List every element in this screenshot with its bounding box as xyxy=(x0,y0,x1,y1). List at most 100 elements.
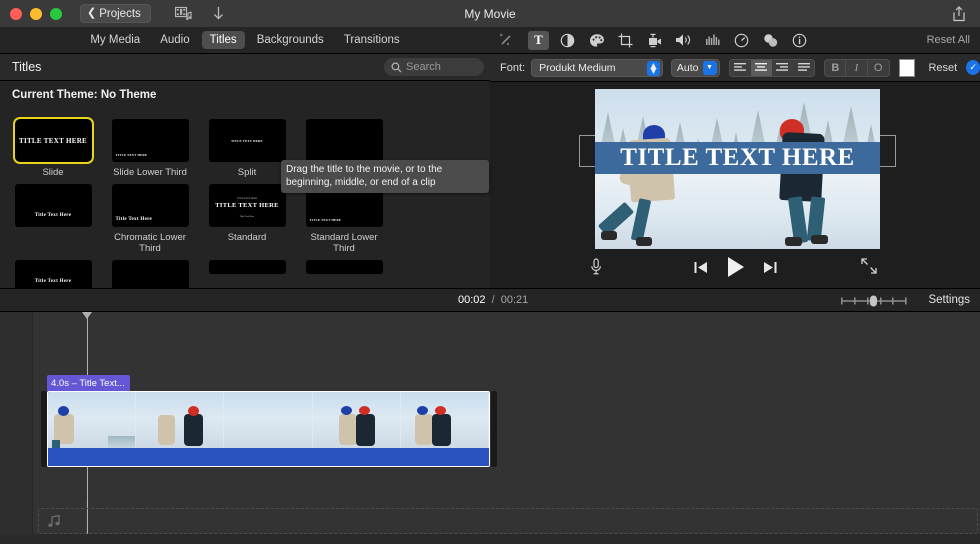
timeline-panel[interactable]: 4.0s – Title Text... xyxy=(0,312,980,544)
filters-tool-button[interactable] xyxy=(760,31,781,50)
title-item-label: Slide xyxy=(42,167,64,178)
timeline-zoom-slider[interactable] xyxy=(840,295,908,307)
timeline-gutter xyxy=(0,312,33,544)
chevron-updown-icon: ▲ ▼ xyxy=(646,59,660,77)
title-left-handle[interactable] xyxy=(579,135,595,167)
title-clip[interactable]: 4.0s – Title Text... xyxy=(47,375,130,391)
filmstrip-frame xyxy=(400,392,489,450)
traffic-lights xyxy=(10,7,62,20)
title-thumbnail xyxy=(208,260,286,274)
italic-button[interactable]: I xyxy=(846,59,868,76)
timeline-footer xyxy=(0,534,980,544)
color-correction-tool-button[interactable] xyxy=(586,31,607,50)
search-input[interactable]: Search xyxy=(384,58,484,76)
info-tool-button[interactable] xyxy=(789,31,810,50)
align-justify-button[interactable] xyxy=(793,60,814,76)
skip-to-start-icon[interactable] xyxy=(694,261,708,274)
zoom-window-button[interactable] xyxy=(50,7,62,20)
tab-titles[interactable]: Titles xyxy=(201,31,245,49)
search-icon xyxy=(391,61,402,72)
drag-title-tooltip: Drag the title to the movie, or to the b… xyxy=(281,160,489,193)
filmstrip xyxy=(48,392,489,450)
title-item-slide[interactable]: TITLE TEXT HERE Slide xyxy=(9,117,97,178)
bold-button[interactable]: B xyxy=(825,59,847,76)
filmstrip-frame xyxy=(136,392,225,450)
current-theme-row[interactable]: Current Theme: No Theme xyxy=(0,81,490,109)
skip-to-end-icon[interactable] xyxy=(763,261,777,274)
download-icon[interactable] xyxy=(212,6,225,21)
magic-wand-icon[interactable] xyxy=(498,32,514,48)
font-family-select[interactable]: Produkt Medium ▲ ▼ xyxy=(531,58,663,77)
titles-panel-header: Titles Search xyxy=(0,54,490,81)
title-item-5[interactable]: Title Text Here xyxy=(9,184,97,254)
back-to-projects-label: Projects xyxy=(99,7,141,20)
title-item-chromatic-lower-third[interactable]: Title Text Here Chromatic Lower Third xyxy=(106,184,194,254)
title-thumbnail xyxy=(305,119,383,162)
title-item-standard[interactable]: TITLE TEXT HERE TITLE TEXT HERE Title Te… xyxy=(203,184,291,254)
crop-tool-button[interactable] xyxy=(615,31,636,50)
title-item-label: Slide Lower Third xyxy=(113,167,187,178)
title-thumbnail xyxy=(305,260,383,274)
title-thumbnail: Title Text Here xyxy=(14,260,92,288)
align-left-button[interactable] xyxy=(730,60,751,76)
settings-button[interactable]: Settings xyxy=(928,294,970,306)
tab-backgrounds[interactable]: Backgrounds xyxy=(249,31,332,49)
align-center-button[interactable] xyxy=(750,59,772,76)
text-alignment-group xyxy=(728,58,816,77)
video-preview[interactable]: TITLE TEXT HERE xyxy=(595,89,880,249)
title-item-row3-2[interactable] xyxy=(300,260,388,288)
font-label: Font: xyxy=(500,61,526,74)
outline-button[interactable]: O xyxy=(868,60,889,76)
title-right-handle[interactable] xyxy=(880,135,896,167)
current-time: 00:02 xyxy=(458,294,486,306)
title-item-row3-1[interactable] xyxy=(203,260,291,288)
volume-tool-button[interactable] xyxy=(673,31,694,50)
stabilization-tool-button[interactable] xyxy=(644,31,665,50)
title-clip-label: 4.0s – Title Text... xyxy=(51,377,125,389)
font-size-select[interactable]: Auto ▼ xyxy=(670,58,720,77)
back-to-projects-button[interactable]: ❮ Projects xyxy=(80,4,151,23)
title-overlay-band[interactable]: TITLE TEXT HERE xyxy=(595,142,880,174)
color-balance-tool-button[interactable] xyxy=(557,31,578,50)
share-icon[interactable] xyxy=(952,6,966,22)
title-item-label: Split xyxy=(237,167,257,178)
play-icon[interactable] xyxy=(726,256,745,278)
close-window-button[interactable] xyxy=(10,7,22,20)
filmstrip-frame xyxy=(224,392,313,450)
align-right-button[interactable] xyxy=(772,60,793,76)
minimize-window-button[interactable] xyxy=(30,7,42,20)
status-bar: 00:02 / 00:21 Settings xyxy=(0,288,980,312)
title-thumbnail: TITLE TEXT HERE TITLE TEXT HERE Title Te… xyxy=(208,184,286,227)
tab-my-media[interactable]: My Media xyxy=(82,31,148,49)
music-note-icon xyxy=(47,514,61,528)
video-clip[interactable] xyxy=(47,391,490,467)
music-drop-zone[interactable] xyxy=(38,508,978,534)
speed-tool-button[interactable] xyxy=(731,31,752,50)
title-item-label: Standard xyxy=(227,232,267,243)
imovie-window: ❮ Projects My Movie My Media Audio Title… xyxy=(0,0,980,544)
title-item-split[interactable]: TITLE TEXT HERE Split xyxy=(203,119,291,178)
text-color-swatch[interactable] xyxy=(898,58,916,77)
noise-reduction-tool-button[interactable] xyxy=(702,31,723,50)
reset-all-button[interactable]: Reset All xyxy=(927,34,970,46)
playback-controls xyxy=(490,252,980,288)
titles-tool-button[interactable]: T xyxy=(528,30,549,50)
title-thumbnail: TITLE TEXT HERE xyxy=(12,117,94,164)
checkmark-icon[interactable]: ✓ xyxy=(966,60,980,75)
tab-audio[interactable]: Audio xyxy=(152,31,197,49)
import-media-icon[interactable] xyxy=(174,6,192,21)
tab-transitions[interactable]: Transitions xyxy=(336,31,408,49)
text-style-group: B I O xyxy=(824,58,890,77)
filmstrip-frame xyxy=(48,392,137,450)
title-item-expand-lower-third[interactable]: Title Text Here Expand Lower Third xyxy=(106,260,194,288)
transport-controls xyxy=(490,256,980,278)
title-item-standard-lower-third[interactable]: TITLE TEXT HERE Standard Lower Third xyxy=(300,184,388,254)
titles-grid[interactable]: TITLE TEXT HERE Slide TITLE TEXT HERE Sl… xyxy=(0,109,490,288)
clip-trim-handle-right[interactable] xyxy=(491,391,497,467)
current-theme-label: Current Theme: No Theme xyxy=(12,89,157,101)
title-item-slide-lower-third[interactable]: TITLE TEXT HERE Slide Lower Third xyxy=(106,119,194,178)
title-item-expand[interactable]: Title Text Here Expand xyxy=(9,260,97,288)
reset-button[interactable]: Reset xyxy=(928,62,957,74)
expand-icon[interactable] xyxy=(861,258,877,274)
font-family-value: Produkt Medium xyxy=(539,61,616,74)
